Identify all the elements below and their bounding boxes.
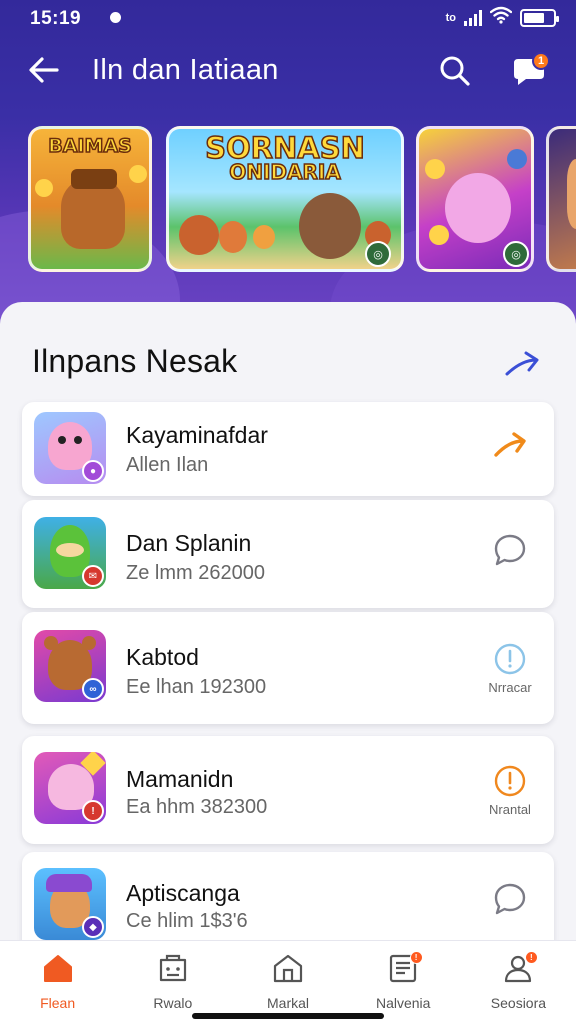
network-label: to <box>445 12 456 24</box>
banner-card[interactable]: ◎ <box>416 126 534 272</box>
banner-card[interactable] <box>546 126 576 272</box>
list-item[interactable]: ∞ Kabtod Ee lhan 192300 Nrracar <box>22 612 554 724</box>
header-background: 15:19 to Iln dan Iatiaan 1 BAIMAS SORNAS… <box>0 0 576 330</box>
nav-label: Flean <box>40 995 76 1011</box>
app-thumbnail: ● <box>34 412 106 484</box>
app-action-button[interactable]: Nrracar <box>480 640 540 695</box>
banner-title: SORNASN ONIDARIA <box>187 133 383 184</box>
home-icon <box>43 955 72 982</box>
app-meta: Ze lmm 262000 <box>126 562 265 584</box>
app-action-button[interactable]: Nrantal <box>480 762 540 817</box>
character-illustration <box>179 215 219 255</box>
back-arrow-icon <box>29 57 59 83</box>
character-illustration <box>219 221 247 253</box>
home-indicator[interactable] <box>192 1013 384 1019</box>
play-badge-icon: ◎ <box>365 241 391 267</box>
app-thumbnail: ! <box>34 752 106 824</box>
nav-label: Markal <box>267 995 310 1011</box>
character-illustration <box>567 159 576 229</box>
list-item[interactable]: ✉ Dan Splanin Ze lmm 262000 <box>22 500 554 608</box>
app-thumbnail: ∞ <box>34 630 106 702</box>
banner-card[interactable]: SORNASN ONIDARIA ◎ <box>166 126 404 272</box>
signal-icon <box>464 10 482 26</box>
app-action-label: Nrantal <box>489 802 531 817</box>
app-meta: Ce hlim 1$3'6 <box>126 910 248 932</box>
nav-label: Rwalo <box>153 995 193 1011</box>
coin-illustration <box>429 225 449 245</box>
app-meta: Ea hhm 382300 <box>126 796 268 818</box>
hat-illustration <box>71 169 117 189</box>
app-name: Kabtod <box>126 644 199 670</box>
store-icon <box>159 954 186 982</box>
coin-illustration <box>129 165 147 183</box>
list-item[interactable]: ● Kayaminafdar Allen Ilan <box>22 402 554 496</box>
play-badge-icon: ◎ <box>503 241 529 267</box>
app-action-button[interactable] <box>480 531 540 569</box>
bottom-navigation: Flean Rwalo Markal ! Nalvenia ! Seosiora <box>0 940 576 1024</box>
nav-item-home[interactable]: Flean <box>0 941 115 1024</box>
nav-item-news[interactable]: ! Nalvenia <box>346 941 461 1024</box>
section-see-all-button[interactable] <box>500 344 544 384</box>
chat-bubble-icon <box>494 883 526 915</box>
market-icon <box>273 954 303 983</box>
notification-badge: 1 <box>532 52 550 70</box>
nav-label: Nalvenia <box>375 995 431 1011</box>
app-thumbnail: ✉ <box>34 517 106 589</box>
app-badge-icon: ∞ <box>82 678 104 700</box>
app-name: Mamanidn <box>126 766 234 792</box>
arrow-icon <box>494 432 526 457</box>
status-time: 15:19 <box>30 8 82 29</box>
app-meta: Allen Ilan <box>126 454 209 476</box>
coin-illustration <box>425 159 445 179</box>
info-icon <box>494 643 526 675</box>
nav-item-profile[interactable]: ! Seosiora <box>461 941 576 1024</box>
coin-illustration <box>35 179 53 197</box>
app-meta: Ee lhan 192300 <box>126 676 267 698</box>
page-title: Iln dan Iatiaan <box>92 54 279 86</box>
app-action-label: Nrracar <box>488 680 532 695</box>
app-bar: Iln dan Iatiaan 1 <box>0 40 576 102</box>
app-badge-icon: ✉ <box>82 565 104 587</box>
status-bar: 15:19 to <box>0 0 576 38</box>
list-item[interactable]: ◆ Aptiscanga Ce hlim 1$3'6 <box>22 852 554 952</box>
app-badge-icon: ● <box>82 460 104 482</box>
nav-item-store[interactable]: Rwalo <box>115 941 230 1024</box>
app-name: Dan Splanin <box>126 530 252 556</box>
search-button[interactable] <box>434 50 476 92</box>
nav-badge: ! <box>524 951 538 964</box>
notifications-button[interactable]: 1 <box>506 50 552 92</box>
wifi-icon <box>489 6 513 30</box>
app-badge-icon: ! <box>82 800 104 822</box>
status-notification-dot <box>110 12 121 23</box>
search-icon <box>440 56 470 86</box>
nav-label: Seosiora <box>490 995 547 1011</box>
banner-title: BAIMAS <box>47 134 132 158</box>
chat-bubble-icon <box>494 534 526 566</box>
featured-banner-carousel[interactable]: BAIMAS SORNASN ONIDARIA ◎ ◎ <box>28 126 576 274</box>
status-indicators: to <box>445 6 559 30</box>
banner-card[interactable]: BAIMAS <box>28 126 152 272</box>
character-illustration <box>299 193 361 259</box>
character-illustration <box>61 179 125 249</box>
app-thumbnail: ◆ <box>34 868 106 940</box>
app-action-button[interactable] <box>480 426 540 464</box>
nav-badge: ! <box>409 951 423 964</box>
character-illustration <box>445 173 511 243</box>
section-title: Ilnpans Nesak <box>32 343 238 379</box>
battery-icon <box>520 9 559 27</box>
character-illustration <box>253 225 275 249</box>
alert-icon <box>494 765 526 797</box>
back-button[interactable] <box>24 50 64 90</box>
app-name: Aptiscanga <box>126 880 240 906</box>
app-name: Kayaminafdar <box>126 422 268 448</box>
app-action-button[interactable] <box>480 880 540 918</box>
coin-illustration <box>507 149 527 169</box>
list-item[interactable]: ! Mamanidn Ea hhm 382300 Nrantal <box>22 736 554 844</box>
app-badge-icon: ◆ <box>82 916 104 938</box>
nav-item-market[interactable]: Markal <box>230 941 345 1024</box>
arrow-icon <box>505 351 539 376</box>
